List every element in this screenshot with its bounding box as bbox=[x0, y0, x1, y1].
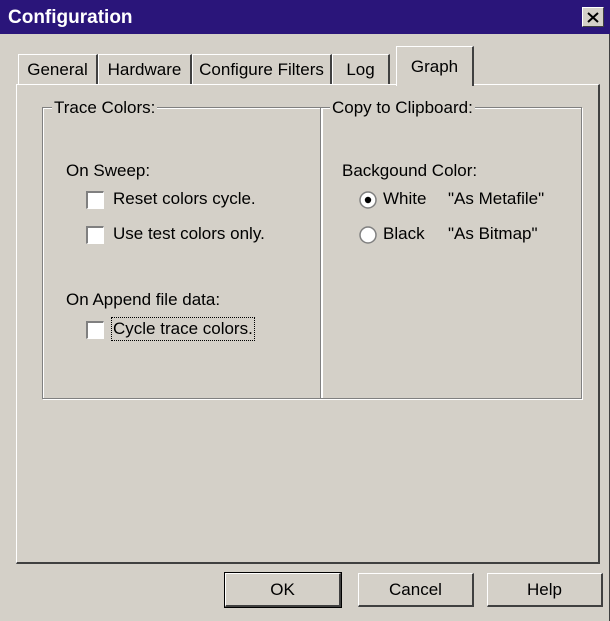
white-option-label[interactable]: White bbox=[383, 189, 426, 209]
reset-colors-checkbox[interactable] bbox=[86, 191, 104, 209]
tab-panel-graph: Trace Colors: On Sweep: Reset colors cyc… bbox=[16, 84, 600, 564]
configuration-dialog: Configuration General Hardware Configure… bbox=[0, 0, 610, 621]
on-append-label: On Append file data: bbox=[66, 290, 221, 309]
title-bar: Configuration bbox=[0, 0, 610, 34]
close-button[interactable] bbox=[582, 7, 604, 27]
tab-graph[interactable]: Graph bbox=[396, 46, 474, 86]
tab-configure-filters[interactable]: Configure Filters bbox=[192, 54, 332, 84]
radio-black[interactable] bbox=[359, 226, 377, 244]
ok-button[interactable]: OK bbox=[224, 572, 342, 608]
background-color-label: Backgound Color: bbox=[342, 161, 478, 180]
use-test-colors-checkbox[interactable] bbox=[86, 226, 104, 244]
tab-hardware[interactable]: Hardware bbox=[98, 54, 192, 84]
reset-colors-label[interactable]: Reset colors cycle. bbox=[113, 189, 256, 209]
cycle-trace-colors-checkbox[interactable] bbox=[86, 321, 104, 339]
on-sweep-label: On Sweep: bbox=[66, 161, 151, 180]
use-test-colors-label[interactable]: Use test colors only. bbox=[113, 224, 265, 244]
tab-general[interactable]: General bbox=[18, 54, 98, 84]
copy-to-clipboard-title: Copy to Clipboard: bbox=[330, 98, 475, 118]
tab-log[interactable]: Log bbox=[332, 54, 390, 84]
black-option-label[interactable]: Black bbox=[383, 224, 425, 244]
radio-white[interactable] bbox=[359, 191, 377, 209]
radio-empty-icon bbox=[359, 226, 377, 244]
black-option-note: "As Bitmap" bbox=[448, 224, 538, 243]
cancel-button[interactable]: Cancel bbox=[358, 573, 474, 607]
trace-colors-title: Trace Colors: bbox=[52, 98, 158, 118]
window-title: Configuration bbox=[8, 7, 133, 28]
cycle-trace-colors-label[interactable]: Cycle trace colors. bbox=[111, 317, 255, 341]
help-button[interactable]: Help bbox=[487, 573, 603, 607]
copy-to-clipboard-group bbox=[320, 107, 582, 399]
trace-colors-group bbox=[42, 107, 322, 399]
close-icon bbox=[587, 11, 599, 23]
radio-selected-icon bbox=[359, 191, 377, 209]
white-option-note: "As Metafile" bbox=[448, 189, 545, 208]
